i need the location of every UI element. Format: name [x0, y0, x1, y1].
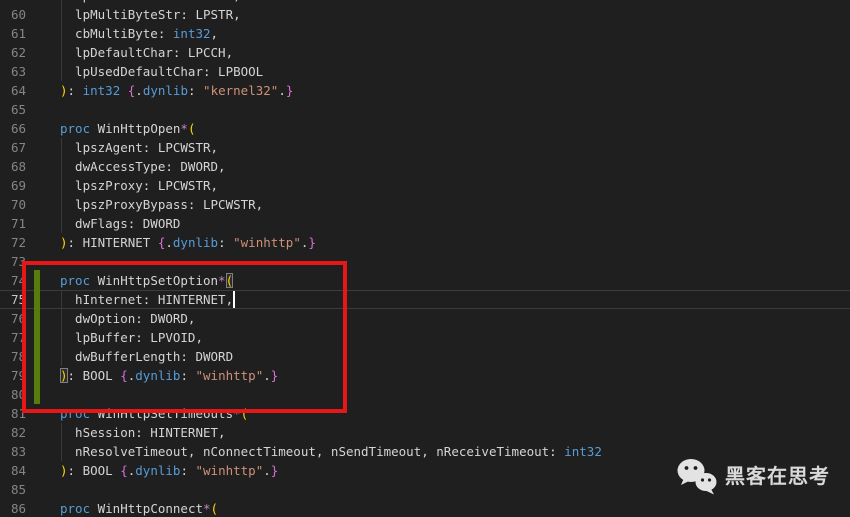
line-number[interactable]: 67	[0, 138, 60, 157]
watermark: 黑客在思考	[676, 458, 830, 495]
code-lines: 59 lpWideCharStr: LPWSTR,60 lpMultiByteS…	[0, 0, 850, 517]
line-number[interactable]: 62	[0, 43, 60, 62]
code-text[interactable]	[60, 385, 850, 404]
code-line[interactable]: 70 lpszProxyBypass: LPCWSTR,	[0, 195, 850, 214]
line-number[interactable]: 63	[0, 62, 60, 81]
code-text[interactable]	[60, 100, 850, 119]
line-number[interactable]: 80	[0, 385, 60, 404]
wechat-icon	[677, 459, 717, 495]
code-line[interactable]: 74 proc WinHttpSetOption*(	[0, 271, 850, 290]
code-text[interactable]: dwFlags: DWORD	[60, 214, 850, 233]
code-text[interactable]: lpszAgent: LPCWSTR,	[60, 138, 850, 157]
line-number[interactable]: 69	[0, 176, 60, 195]
code-line[interactable]: 82 hSession: HINTERNET,	[0, 423, 850, 442]
code-text[interactable]: lpMultiByteStr: LPSTR,	[60, 5, 850, 24]
line-number[interactable]: 76	[0, 309, 60, 328]
code-line[interactable]: 63 lpUsedDefaultChar: LPBOOL	[0, 62, 850, 81]
line-number[interactable]: 84	[0, 461, 60, 480]
code-line[interactable]: 67 lpszAgent: LPCWSTR,	[0, 138, 850, 157]
code-text[interactable]: dwOption: DWORD,	[60, 309, 850, 328]
code-line[interactable]: 76 dwOption: DWORD,	[0, 309, 850, 328]
code-text[interactable]: hInternet: HINTERNET,	[60, 290, 850, 309]
code-text[interactable]: proc WinHttpConnect*(	[60, 499, 850, 517]
text-cursor	[233, 291, 235, 308]
line-number[interactable]: 79	[0, 366, 60, 385]
code-line[interactable]: 80	[0, 385, 850, 404]
code-text[interactable]: proc WinHttpOpen*(	[60, 119, 850, 138]
code-line[interactable]: 79): BOOL {.dynlib: "winhttp".}	[0, 366, 850, 385]
line-number[interactable]: 65	[0, 100, 60, 119]
code-text[interactable]: proc WinHttpSetTimeouts*(	[60, 404, 850, 423]
code-line[interactable]: 71 dwFlags: DWORD	[0, 214, 850, 233]
code-text[interactable]: lpDefaultChar: LPCCH,	[60, 43, 850, 62]
line-number[interactable]: 60	[0, 5, 60, 24]
code-line[interactable]: 60 lpMultiByteStr: LPSTR,	[0, 5, 850, 24]
line-number[interactable]: 71	[0, 214, 60, 233]
code-line[interactable]: 65	[0, 100, 850, 119]
code-text[interactable]: lpBuffer: LPVOID,	[60, 328, 850, 347]
line-number[interactable]: 68	[0, 157, 60, 176]
line-number[interactable]: 61	[0, 24, 60, 43]
line-number[interactable]: 83	[0, 442, 60, 461]
code-line[interactable]: 69 lpszProxy: LPCWSTR,	[0, 176, 850, 195]
code-line[interactable]: 77 lpBuffer: LPVOID,	[0, 328, 850, 347]
code-text[interactable]: ): int32 {.dynlib: "kernel32".}	[60, 81, 850, 100]
code-text[interactable]: dwAccessType: DWORD,	[60, 157, 850, 176]
code-line[interactable]: 86 proc WinHttpConnect*(	[0, 499, 850, 517]
code-text[interactable]: proc WinHttpSetOption*(	[60, 271, 850, 290]
code-text[interactable]: lpUsedDefaultChar: LPBOOL	[60, 62, 850, 81]
code-line[interactable]: 61 cbMultiByte: int32,	[0, 24, 850, 43]
code-text[interactable]: ): BOOL {.dynlib: "winhttp".}	[60, 366, 850, 385]
line-number[interactable]: 78	[0, 347, 60, 366]
code-editor[interactable]: 59 lpWideCharStr: LPWSTR,60 lpMultiByteS…	[0, 0, 850, 517]
code-line[interactable]: 62 lpDefaultChar: LPCCH,	[0, 43, 850, 62]
git-added-gutter-indicator	[34, 270, 40, 404]
line-number[interactable]: 66	[0, 119, 60, 138]
line-number[interactable]: 77	[0, 328, 60, 347]
code-text[interactable]	[60, 252, 850, 271]
line-number[interactable]: 81	[0, 404, 60, 423]
line-number[interactable]: 75	[0, 290, 60, 309]
code-text[interactable]: cbMultiByte: int32,	[60, 24, 850, 43]
line-number[interactable]: 85	[0, 480, 60, 499]
code-line[interactable]: 72): HINTERNET {.dynlib: "winhttp".}	[0, 233, 850, 252]
line-number[interactable]: 64	[0, 81, 60, 100]
code-line[interactable]: 66 proc WinHttpOpen*(	[0, 119, 850, 138]
code-text[interactable]: ): HINTERNET {.dynlib: "winhttp".}	[60, 233, 850, 252]
code-line[interactable]: 73	[0, 252, 850, 271]
line-number[interactable]: 73	[0, 252, 60, 271]
line-number[interactable]: 86	[0, 499, 60, 517]
watermark-text: 黑客在思考	[725, 464, 830, 488]
code-line[interactable]: 68 dwAccessType: DWORD,	[0, 157, 850, 176]
code-text[interactable]: hSession: HINTERNET,	[60, 423, 850, 442]
code-line[interactable]: 81 proc WinHttpSetTimeouts*(	[0, 404, 850, 423]
code-text[interactable]: lpszProxy: LPCWSTR,	[60, 176, 850, 195]
code-text[interactable]: dwBufferLength: DWORD	[60, 347, 850, 366]
code-line[interactable]: 75 hInternet: HINTERNET,	[0, 290, 850, 309]
line-number[interactable]: 72	[0, 233, 60, 252]
line-number[interactable]: 70	[0, 195, 60, 214]
code-line[interactable]: 64): int32 {.dynlib: "kernel32".}	[0, 81, 850, 100]
code-text[interactable]: lpszProxyBypass: LPCWSTR,	[60, 195, 850, 214]
line-number[interactable]: 82	[0, 423, 60, 442]
line-number[interactable]: 74	[0, 271, 60, 290]
code-line[interactable]: 78 dwBufferLength: DWORD	[0, 347, 850, 366]
